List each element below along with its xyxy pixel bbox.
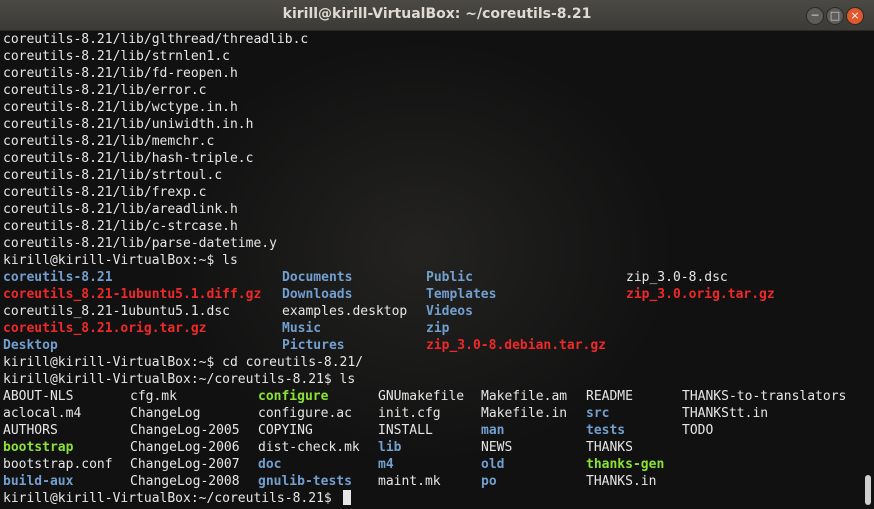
output-line: coreutils-8.21/lib/hash-triple.c [3,151,254,166]
ls-entry: gnulib-tests [258,474,352,489]
ls-entry: ChangeLog-2007 [130,457,240,472]
output-line: coreutils-8.21/lib/memchr.c [3,134,215,149]
output-line: coreutils-8.21/lib/error.c [3,83,207,98]
ls-entry: coreutils-8.21 [3,270,113,285]
ls-entry: Templates [426,287,497,302]
ls-entry: po [481,474,497,489]
text-cursor [342,490,351,505]
window-title: kirill@kirill-VirtualBox: ~/coreutils-8.… [282,6,592,22]
ls-entry: maint.mk [378,474,441,489]
shell-prompt: kirill@kirill-VirtualBox:~$ ls [3,253,238,268]
ls-entry: THANKS-to-translators [682,389,847,404]
output-line: coreutils-8.21/lib/areadlink.h [3,202,238,217]
ls-entry: Pictures [282,338,345,353]
ls-entry: Videos [426,304,473,319]
ls-entry: Desktop [3,338,58,353]
scrollbar-thumb[interactable] [865,475,871,505]
ls-entry: Music [282,321,322,336]
ls-entry: dist-check.mk [258,440,360,455]
ls-entry: COPYING [258,423,313,438]
shell-prompt: kirill@kirill-VirtualBox:~/coreutils-8.2… [3,372,356,387]
ls-entry: ChangeLog-2005 [130,423,240,438]
ls-entry: lib [378,440,402,455]
ls-entry: GNUmakefile [378,389,465,404]
ls-entry: old [481,457,505,472]
ls-entry: bootstrap.conf [3,457,113,472]
ls-entry: INSTALL [378,423,433,438]
shell-prompt: kirill@kirill-VirtualBox:~/coreutils-8.2… [3,490,351,507]
ls-entry: doc [258,457,282,472]
ls-entry: cfg.mk [130,389,177,404]
ls-entry: thanks-gen [586,457,665,472]
ls-entry: Documents [282,270,353,285]
ls-entry: TODO [682,423,714,438]
maximize-button[interactable]: □ [826,7,844,25]
ls-entry: ABOUT-NLS [3,389,74,404]
ls-entry: zip_3.0.orig.tar.gz [626,287,775,302]
ls-entry: tests [586,423,626,438]
ls-entry: zip_3.0-8.debian.tar.gz [426,338,607,353]
ls-entry: configure.ac [258,406,352,421]
title-bar[interactable]: kirill@kirill-VirtualBox: ~/coreutils-8.… [0,0,874,31]
output-line: coreutils-8.21/lib/strnlen1.c [3,49,230,64]
ls-entry: coreutils_8.21.orig.tar.gz [3,321,207,336]
scrollbar[interactable] [862,31,874,509]
ls-entry: THANKStt.in [682,406,769,421]
ls-entry: ChangeLog-2006 [130,440,240,455]
ls-entry: Public [426,270,473,285]
ls-entry: zip_3.0-8.dsc [626,270,728,285]
output-line: coreutils-8.21/lib/fd-reopen.h [3,66,238,81]
ls-entry: aclocal.m4 [3,406,82,421]
minimize-button[interactable]: ─ [806,7,824,25]
output-line: coreutils-8.21/lib/frexp.c [3,185,207,200]
output-line: coreutils-8.21/lib/c-strcase.h [3,219,238,234]
shell-prompt: kirill@kirill-VirtualBox:~$ cd coreutils… [3,355,364,370]
ls-entry: man [481,423,505,438]
close-button[interactable]: × [846,7,864,25]
ls-entry: coreutils_8.21-1ubuntu5.1.diff.gz [3,287,262,302]
ls-entry: NEWS [481,440,513,455]
ls-entry: m4 [378,457,394,472]
ls-entry: src [586,406,610,421]
ls-entry: THANKS [586,440,633,455]
ls-entry: init.cfg [378,406,441,421]
ls-entry: README [586,389,633,404]
ls-entry: coreutils_8.21-1ubuntu5.1.dsc [3,304,230,319]
terminal-window: kirill@kirill-VirtualBox: ~/coreutils-8.… [0,0,874,509]
ls-entry: bootstrap [3,440,74,455]
output-line: coreutils-8.21/lib/uniwidth.in.h [3,117,254,132]
ls-entry: ChangeLog-2008 [130,474,240,489]
output-line: coreutils-8.21/lib/parse-datetime.y [3,236,277,251]
ls-entry: ChangeLog [130,406,201,421]
output-line: coreutils-8.21/lib/glthread/threadlib.c [3,32,309,47]
ls-entry: build-aux [3,474,74,489]
ls-entry: THANKS.in [586,474,657,489]
ls-entry: examples.desktop [282,304,408,319]
ls-entry: zip [426,321,450,336]
output-line: coreutils-8.21/lib/wctype.in.h [3,100,238,115]
ls-entry: Downloads [282,287,353,302]
ls-entry: Makefile.am [481,389,568,404]
ls-entry: Makefile.in [481,406,568,421]
terminal-output[interactable]: coreutils-8.21/lib/glthread/threadlib.c c… [0,31,862,509]
ls-entry: configure [258,389,329,404]
output-line: coreutils-8.21/lib/strtoul.c [3,168,223,183]
ls-entry: AUTHORS [3,423,58,438]
